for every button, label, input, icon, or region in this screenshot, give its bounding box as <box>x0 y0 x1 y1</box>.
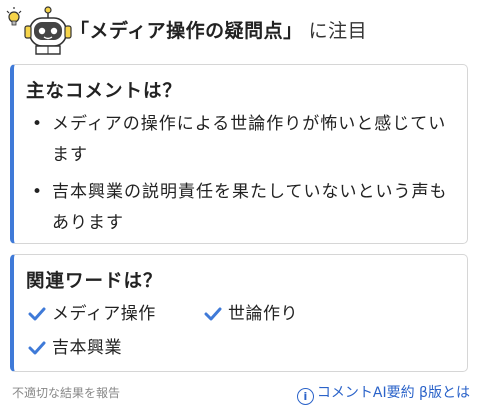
check-icon <box>28 341 46 355</box>
comments-list: • メディアの操作による世論作りが怖いと感じています • 吉本興業の説明責任を果たし… <box>30 109 450 245</box>
bullet-icon: • <box>32 182 44 202</box>
list-item: • 吉本興業の説明責任を果たしていないという声もあります <box>30 177 450 239</box>
comment-text: メディアの操作による世論作りが怖いと感じています <box>52 114 447 165</box>
about-ai-summary-label: コメントAI要約 β版とは <box>316 385 470 401</box>
related-words-heading: 関連ワードは？ <box>26 271 163 292</box>
related-word-label: 吉本興業 <box>52 338 122 358</box>
related-word: 世論作り <box>204 299 298 324</box>
about-ai-summary-link[interactable]: i コメントAI要約 β版とは <box>296 382 470 405</box>
related-word: 吉本興業 <box>28 333 122 358</box>
check-icon <box>204 307 222 321</box>
comments-heading: 主なコメントは？ <box>26 81 183 102</box>
related-word-label: メディア操作 <box>52 304 156 324</box>
related-words-card: 関連ワードは？ メディア操作 世論作り 吉本興業 <box>10 254 468 372</box>
report-link[interactable]: 不適切な結果を報告 <box>12 384 120 401</box>
comments-card: 主なコメントは？ • メディアの操作による世論作りが怖いと感じています • 吉本興業… <box>10 64 468 244</box>
robot-mascot-icon <box>6 6 72 55</box>
info-icon: i <box>296 388 314 405</box>
page-title: 「メディア操作の疑問点」 に注目 <box>70 16 367 43</box>
comment-text: 吉本興業の説明責任を果たしていないという声もあります <box>52 182 448 233</box>
related-word-label: 世論作り <box>228 304 298 324</box>
list-item: • メディアの操作による世論作りが怖いと感じています <box>30 109 450 171</box>
check-icon <box>28 307 46 321</box>
title-highlight: 「メディア操作の疑問点」 <box>70 20 303 42</box>
title-suffix: に注目 <box>308 20 368 42</box>
summary-header: 「メディア操作の疑問点」 に注目 <box>0 0 480 58</box>
footer: 不適切な結果を報告 i コメントAI要約 β版とは <box>0 384 480 406</box>
bullet-icon: • <box>32 114 44 134</box>
related-word: メディア操作 <box>28 299 156 324</box>
